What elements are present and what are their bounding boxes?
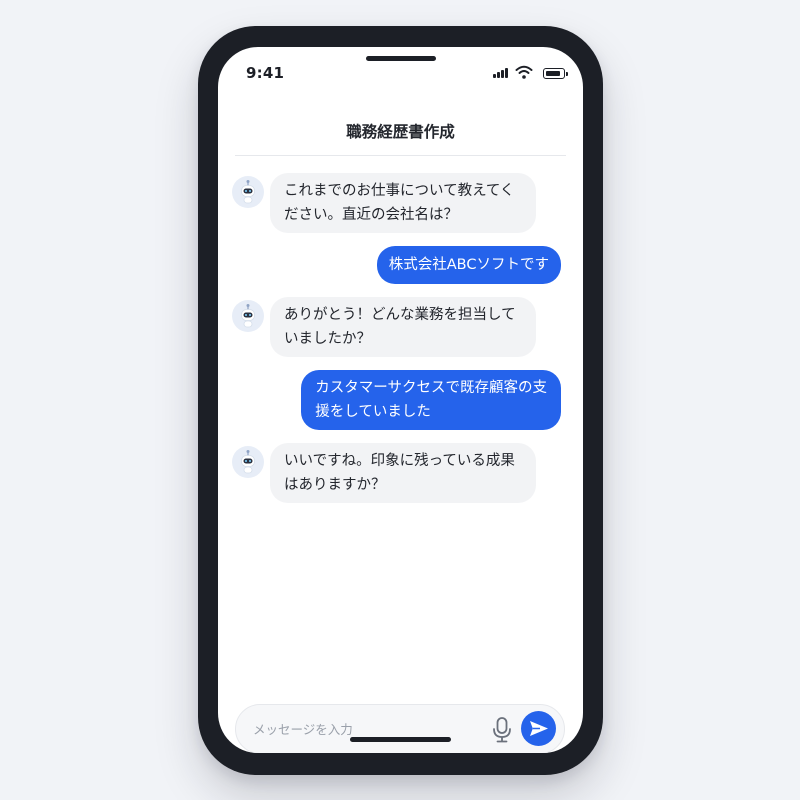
- message-line: はありますか？: [284, 477, 386, 493]
- message-line: いいですね。印象に残っている成果: [284, 453, 515, 469]
- chat-screen: 9:41 職務経歴書作成 これまでのお仕事について教えてく ださい。直近の会社名は…: [218, 47, 583, 753]
- user-message-bubble: 株式会社ABCソフトです: [376, 246, 561, 284]
- message-line: カスタマーサクセスで既存顧客の支: [315, 380, 547, 396]
- robot-icon: [232, 176, 264, 208]
- message-line: ありがとう！どんな業務を担当して: [284, 307, 516, 323]
- message-line: ださい。直近の会社名は？: [284, 207, 458, 223]
- page-title: 職務経歴書作成: [346, 123, 455, 141]
- signal-icon: [493, 66, 513, 80]
- user-message-bubble: カスタマーサクセスで既存顧客の支 援をしていました: [301, 370, 561, 430]
- bot-message-row: これまでのお仕事について教えてく ださい。直近の会社名は？: [218, 173, 583, 233]
- microphone-icon[interactable]: [491, 716, 513, 744]
- wifi-icon: [515, 65, 533, 79]
- message-line: 援をしていました: [315, 404, 431, 420]
- battery-icon: [543, 68, 568, 79]
- bot-message-bubble: これまでのお仕事について教えてく ださい。直近の会社名は？: [270, 173, 536, 233]
- send-icon: [530, 721, 548, 736]
- home-indicator: [350, 737, 451, 742]
- bot-message-row: ありがとう！どんな業務を担当して いましたか？: [218, 297, 583, 357]
- robot-icon: [232, 446, 264, 478]
- message-composer: [235, 704, 565, 753]
- earpiece: [366, 56, 436, 61]
- message-list: これまでのお仕事について教えてく ださい。直近の会社名は？ 株式会社ABCソフトです…: [218, 173, 583, 503]
- user-message-row: カスタマーサクセスで既存顧客の支 援をしていました: [218, 370, 583, 430]
- bot-message-row: いいですね。印象に残っている成果 はありますか？: [218, 443, 583, 503]
- message-line: これまでのお仕事について教えてく: [284, 183, 515, 199]
- send-button[interactable]: [521, 711, 556, 746]
- status-icons: [493, 65, 573, 82]
- phone-frame: 9:41 職務経歴書作成 これまでのお仕事について教えてく ださい。直近の会社名は…: [198, 26, 603, 775]
- robot-icon: [232, 300, 264, 332]
- message-line: いましたか？: [284, 331, 371, 347]
- user-message-row: 株式会社ABCソフトです: [218, 246, 583, 284]
- status-time: 9:41: [246, 64, 285, 82]
- header-divider: [235, 155, 566, 156]
- message-line: 株式会社ABCソフトです: [388, 257, 549, 273]
- bot-message-bubble: ありがとう！どんな業務を担当して いましたか？: [270, 297, 536, 357]
- bot-message-bubble: いいですね。印象に残っている成果 はありますか？: [270, 443, 536, 503]
- message-input[interactable]: [236, 705, 486, 753]
